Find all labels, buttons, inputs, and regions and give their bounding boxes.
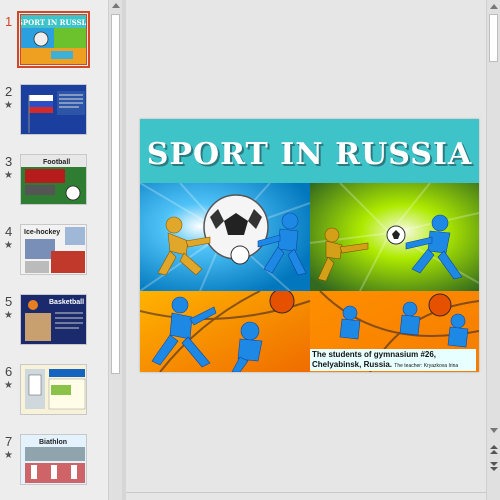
caption-line-2: Chelyabinsk, Russia. The teacher: Kryazk… bbox=[312, 360, 474, 371]
slide-thumbnail-image[interactable]: Biathlon bbox=[20, 434, 87, 485]
main-scrollbar[interactable] bbox=[486, 0, 500, 500]
thumbnail-slide-2[interactable]: 2 ★ bbox=[0, 84, 108, 148]
slide-thumbnail-image[interactable]: Ice-hockey bbox=[20, 224, 87, 275]
slide-number: 1 bbox=[5, 14, 13, 29]
football-figures-image[interactable] bbox=[140, 183, 479, 291]
next-slide-icon[interactable] bbox=[489, 460, 499, 472]
notes-divider[interactable] bbox=[126, 492, 486, 493]
thumb-title: SPORT IN RUSSIA bbox=[21, 18, 87, 27]
thumbnail-slide-5[interactable]: 5 ★ Basketball bbox=[0, 294, 108, 358]
scrollbar-thumb[interactable] bbox=[489, 14, 498, 62]
thumb-title: Basketball bbox=[49, 299, 84, 306]
caption-teacher: The teacher: Kryazkova Irina bbox=[394, 363, 459, 369]
animation-star-icon: ★ bbox=[4, 380, 13, 391]
caption-location: Chelyabinsk, Russia. bbox=[312, 360, 393, 369]
slide-number: 7 bbox=[5, 434, 13, 449]
animation-star-icon: ★ bbox=[4, 170, 13, 181]
animation-star-icon: ★ bbox=[4, 100, 13, 111]
slide-number: 2 bbox=[5, 84, 13, 99]
scroll-down-icon[interactable] bbox=[490, 428, 498, 433]
previous-slide-icon[interactable] bbox=[489, 444, 499, 456]
animation-star-icon: ★ bbox=[4, 310, 13, 321]
slide-number: 6 bbox=[5, 364, 13, 379]
thumbnail-slide-6[interactable]: 6 ★ bbox=[0, 364, 108, 428]
scroll-up-icon[interactable] bbox=[490, 4, 498, 9]
authors-caption[interactable]: The students of gymnasium #26, Chelyabin… bbox=[310, 349, 476, 371]
animation-star-icon: ★ bbox=[4, 240, 13, 251]
current-slide[interactable]: SPORT IN RUSSIA The students of gymnasiu… bbox=[140, 119, 479, 372]
animation-star-icon: ★ bbox=[4, 450, 13, 461]
slide-number: 4 bbox=[5, 224, 13, 239]
thumb-title: Ice-hockey bbox=[24, 229, 60, 236]
thumbnail-slide-1[interactable]: 1 SPORT IN RUSSIA bbox=[0, 11, 108, 78]
slide-number: 5 bbox=[5, 294, 13, 309]
scroll-up-icon[interactable] bbox=[112, 3, 120, 8]
slide-number: 3 bbox=[5, 154, 13, 169]
slide-thumbnail-image[interactable] bbox=[20, 84, 87, 135]
caption-line-1: The students of gymnasium #26, bbox=[312, 350, 437, 359]
slide-title[interactable]: SPORT IN RUSSIA bbox=[140, 137, 479, 172]
thumbnail-slide-3[interactable]: 3 ★ Football bbox=[0, 154, 108, 218]
scrollbar-thumb[interactable] bbox=[111, 14, 120, 374]
slide-thumbnail-pane: 1 SPORT IN RUSSIA 2 ★ 3 ★ Football 4 ★ I… bbox=[0, 0, 108, 500]
thumbnail-slide-4[interactable]: 4 ★ Ice-hockey bbox=[0, 224, 108, 288]
thumb-title: Biathlon bbox=[39, 439, 67, 446]
slide-thumbnail-image[interactable]: Basketball bbox=[20, 294, 87, 345]
slide-thumbnail-image[interactable] bbox=[20, 364, 87, 415]
powerpoint-editor: 1 SPORT IN RUSSIA 2 ★ 3 ★ Football 4 ★ I… bbox=[0, 0, 500, 500]
thumbnail-slide-7[interactable]: 7 ★ Biathlon bbox=[0, 434, 108, 498]
slide-thumbnail-image[interactable]: Football bbox=[20, 154, 87, 205]
thumb-title: Football bbox=[43, 159, 70, 166]
slide-thumbnail-image[interactable]: SPORT IN RUSSIA bbox=[17, 11, 90, 68]
thumbnail-scrollbar[interactable] bbox=[108, 0, 122, 500]
